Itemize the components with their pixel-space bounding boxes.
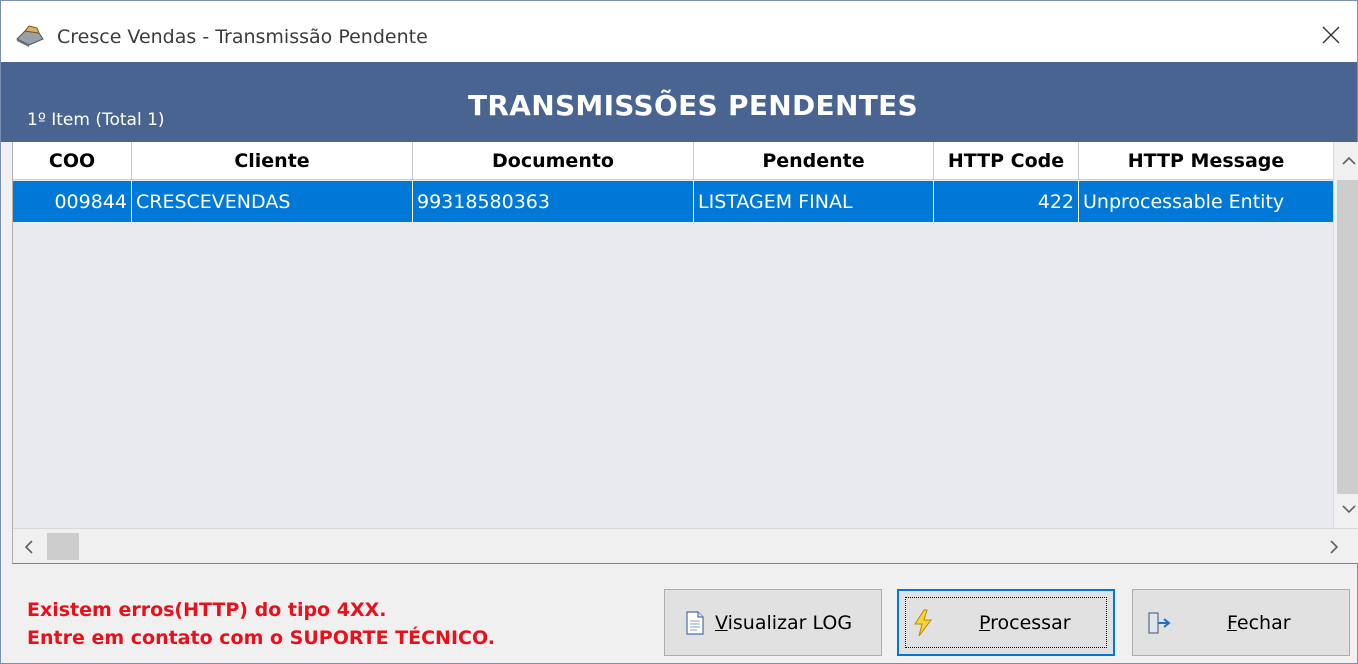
vertical-scrollbar[interactable]: [1333, 142, 1358, 528]
view-log-button[interactable]: Visualizar LOG: [664, 589, 882, 656]
pending-grid[interactable]: COO Cliente Documento Pendente HTTP Code…: [12, 142, 1358, 564]
window-title: Cresce Vendas - Transmissão Pendente: [57, 26, 428, 48]
column-header-coo[interactable]: COO: [13, 142, 132, 180]
cell-coo: 009844: [13, 181, 132, 222]
cash-register-icon: [15, 25, 45, 47]
view-log-mnemonic: V: [715, 611, 728, 634]
process-label: rocessar: [990, 611, 1071, 634]
scroll-up-button[interactable]: [1334, 146, 1358, 176]
process-mnemonic: P: [979, 611, 991, 634]
chevron-up-icon: [1342, 156, 1356, 165]
cell-pendente: LISTAGEM FINAL: [694, 181, 934, 222]
exit-door-icon: [1147, 609, 1171, 637]
grid-header: COO Cliente Documento Pendente HTTP Code…: [13, 142, 1333, 180]
chevron-right-icon: [1330, 539, 1339, 554]
chevron-down-icon: [1342, 505, 1356, 514]
error-message-line2: Entre em contato com o SUPORTE TÉCNICO.: [27, 627, 495, 649]
header-band: 1º Item (Total 1) TRANSMISSÕES PENDENTES: [1, 62, 1357, 142]
title-bar: Cresce Vendas - Transmissão Pendente: [1, 1, 1357, 62]
close-label: echar: [1236, 611, 1291, 634]
horizontal-scroll-thumb[interactable]: [47, 533, 79, 560]
lightning-icon: [911, 609, 935, 637]
cell-http-code: 422: [934, 181, 1079, 222]
document-icon: [683, 609, 707, 637]
scroll-left-button[interactable]: [13, 529, 45, 564]
column-header-pendente[interactable]: Pendente: [694, 142, 934, 180]
page-title: TRANSMISSÕES PENDENTES: [467, 89, 918, 122]
vertical-scroll-thumb[interactable]: [1337, 180, 1358, 494]
table-row[interactable]: 009844 CRESCEVENDAS 99318580363 LISTAGEM…: [13, 181, 1333, 222]
cell-cliente: CRESCEVENDAS: [132, 181, 413, 222]
cell-documento: 99318580363: [413, 181, 694, 222]
transmission-window: Cresce Vendas - Transmissão Pendente 1º …: [0, 0, 1358, 664]
close-button[interactable]: Fechar: [1132, 589, 1350, 656]
view-log-label: isualizar LOG: [727, 611, 853, 634]
column-header-documento[interactable]: Documento: [413, 142, 694, 180]
column-header-cliente[interactable]: Cliente: [132, 142, 413, 180]
close-window-button[interactable]: [1311, 15, 1351, 55]
close-icon: [1322, 26, 1340, 44]
column-header-http-code[interactable]: HTTP Code: [934, 142, 1079, 180]
scroll-right-button[interactable]: [1318, 529, 1350, 564]
close-mnemonic: F: [1227, 611, 1237, 634]
process-button[interactable]: Processar: [897, 589, 1115, 656]
column-header-http-message[interactable]: HTTP Message: [1079, 142, 1333, 180]
chevron-left-icon: [24, 539, 33, 554]
scroll-down-button[interactable]: [1334, 494, 1358, 524]
horizontal-scrollbar[interactable]: [13, 528, 1358, 563]
error-message-line1: Existem erros(HTTP) do tipo 4XX.: [27, 599, 387, 621]
cell-http-message: Unprocessable Entity: [1083, 190, 1285, 213]
